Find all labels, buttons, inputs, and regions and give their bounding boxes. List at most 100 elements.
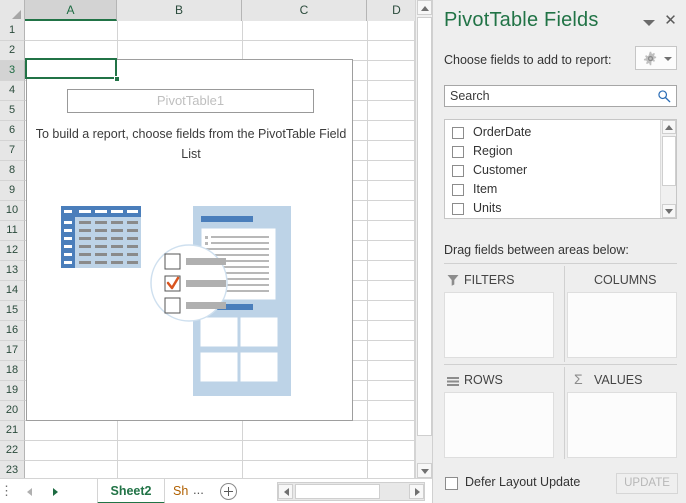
area-dropzone-filters[interactable]	[444, 292, 554, 358]
pivottable-fields-pane: PivotTable Fields ✕ Choose fields to add…	[432, 0, 686, 503]
gridline	[25, 40, 414, 41]
arrow-up-icon	[421, 6, 429, 11]
cell-selection-a3[interactable]	[25, 58, 117, 79]
row-header-20[interactable]: 20	[0, 401, 25, 421]
select-all-triangle-icon	[12, 10, 21, 19]
field-list-item[interactable]: Region	[445, 143, 660, 162]
row-header-18[interactable]: 18	[0, 361, 25, 381]
row-header-1[interactable]: 1	[0, 21, 25, 41]
row-header-14[interactable]: 14	[0, 281, 25, 301]
row-header-13[interactable]: 13	[0, 261, 25, 281]
field-checkbox-units[interactable]	[452, 203, 464, 215]
areas-vertical-divider-top	[564, 266, 565, 362]
area-label-filters: FILTERS	[464, 273, 515, 287]
field-list-item[interactable]: Item	[445, 181, 660, 200]
row-header-19[interactable]: 19	[0, 381, 25, 401]
field-label: Item	[473, 182, 498, 196]
close-icon[interactable]: ✕	[663, 13, 678, 28]
tab-menu-icon[interactable]: ⋮	[0, 484, 13, 498]
sheet-nav-prev-button[interactable]	[22, 484, 38, 500]
area-label-columns: COLUMNS	[594, 273, 657, 287]
row-header-4[interactable]: 4	[0, 81, 25, 101]
field-checkbox-customer[interactable]	[452, 165, 464, 177]
row-header-9[interactable]: 9	[0, 181, 25, 201]
vertical-scroll-thumb[interactable]	[417, 17, 432, 436]
pivottable-hint-text: To build a report, choose fields from th…	[35, 127, 347, 161]
arrow-right-icon	[415, 488, 420, 496]
field-checkbox-item[interactable]	[452, 184, 464, 196]
add-sheet-button[interactable]	[220, 483, 237, 500]
row-header-5[interactable]: 5	[0, 101, 25, 121]
areas-top-divider	[444, 263, 677, 264]
sheet-tab-clipped[interactable]: Sh	[168, 479, 192, 503]
select-all-corner[interactable]	[0, 0, 25, 21]
update-button[interactable]: UPDATE	[616, 473, 678, 494]
search-icon[interactable]	[657, 89, 671, 103]
field-list-item[interactable]: Customer	[445, 162, 660, 181]
scroll-up-button[interactable]	[417, 0, 432, 15]
field-list-scrollbar[interactable]	[660, 120, 676, 218]
scroll-down-button[interactable]	[417, 463, 432, 478]
row-header-11[interactable]: 11	[0, 221, 25, 241]
pane-tools-button[interactable]	[635, 46, 677, 70]
row-header-17[interactable]: 17	[0, 341, 25, 361]
pivottable-placeholder[interactable]: PivotTable1 To build a report, choose fi…	[26, 59, 353, 421]
drag-fields-label: Drag fields between areas below:	[444, 243, 629, 257]
sheet-nav-next-button[interactable]	[48, 484, 64, 500]
vertical-scrollbar[interactable]	[415, 0, 432, 480]
field-list-scroll-thumb[interactable]	[662, 136, 676, 186]
defer-layout-update-checkbox[interactable]	[445, 477, 458, 490]
field-list-scroll-up[interactable]	[662, 120, 676, 134]
area-label-values: VALUES	[594, 373, 643, 387]
row-header-10[interactable]: 10	[0, 201, 25, 221]
gridline	[25, 460, 414, 461]
row-header-22[interactable]: 22	[0, 441, 25, 461]
arrow-down-icon	[421, 469, 429, 474]
defer-layout-update-label: Defer Layout Update	[465, 475, 581, 489]
column-header-c[interactable]: C	[242, 0, 367, 21]
row-header-3[interactable]: 3	[0, 61, 25, 81]
areas-vertical-divider-bottom	[564, 367, 565, 459]
row-header-2[interactable]: 2	[0, 41, 25, 61]
fill-handle[interactable]	[114, 76, 120, 82]
scroll-right-button[interactable]	[409, 484, 424, 499]
field-checkbox-region[interactable]	[452, 146, 464, 158]
column-header-b[interactable]: B	[117, 0, 242, 21]
sheet-tabs-overflow[interactable]: ...	[193, 479, 215, 503]
nav-next-icon	[53, 488, 58, 496]
search-input[interactable]: Search	[450, 89, 490, 103]
area-dropzone-columns[interactable]	[567, 292, 677, 358]
field-list-item[interactable]: Units	[445, 200, 660, 218]
row-header-15[interactable]: 15	[0, 301, 25, 321]
row-header-21[interactable]: 21	[0, 421, 25, 441]
sheet-tab-bar: Sheet2 Sh ... ⋮	[0, 478, 432, 503]
areas-mid-divider	[444, 364, 677, 365]
sheet-tab-sheet2[interactable]: Sheet2	[97, 479, 165, 503]
excel-window: PivotTable1 To build a report, choose fi…	[0, 0, 686, 503]
row-header-12[interactable]: 12	[0, 241, 25, 261]
rows-icon	[447, 377, 459, 386]
column-header-a[interactable]: A	[25, 0, 117, 21]
area-dropzone-values[interactable]	[567, 392, 677, 458]
search-field[interactable]: Search	[444, 85, 677, 107]
chevron-down-icon[interactable]	[642, 16, 656, 30]
field-list-item[interactable]: OrderDate	[445, 124, 660, 143]
row-header-6[interactable]: 6	[0, 121, 25, 141]
row-header-16[interactable]: 16	[0, 321, 25, 341]
area-label-rows: ROWS	[464, 373, 503, 387]
field-list-scroll-down[interactable]	[662, 204, 676, 218]
field-list[interactable]: OrderDate Region Customer Item Units	[444, 119, 677, 219]
gridline	[367, 21, 368, 480]
row-header-8[interactable]: 8	[0, 161, 25, 181]
field-checkbox-orderdate[interactable]	[452, 127, 464, 139]
gear-icon	[643, 51, 657, 66]
arrow-up-icon	[665, 125, 673, 130]
field-label: OrderDate	[473, 125, 532, 139]
row-header-7[interactable]: 7	[0, 141, 25, 161]
pivottable-illustration	[61, 206, 291, 396]
horizontal-scrollbar[interactable]	[277, 482, 425, 501]
scroll-left-button[interactable]	[278, 484, 293, 499]
area-dropzone-rows[interactable]	[444, 392, 554, 458]
horizontal-scroll-thumb[interactable]	[295, 484, 380, 499]
gridline	[25, 440, 414, 441]
